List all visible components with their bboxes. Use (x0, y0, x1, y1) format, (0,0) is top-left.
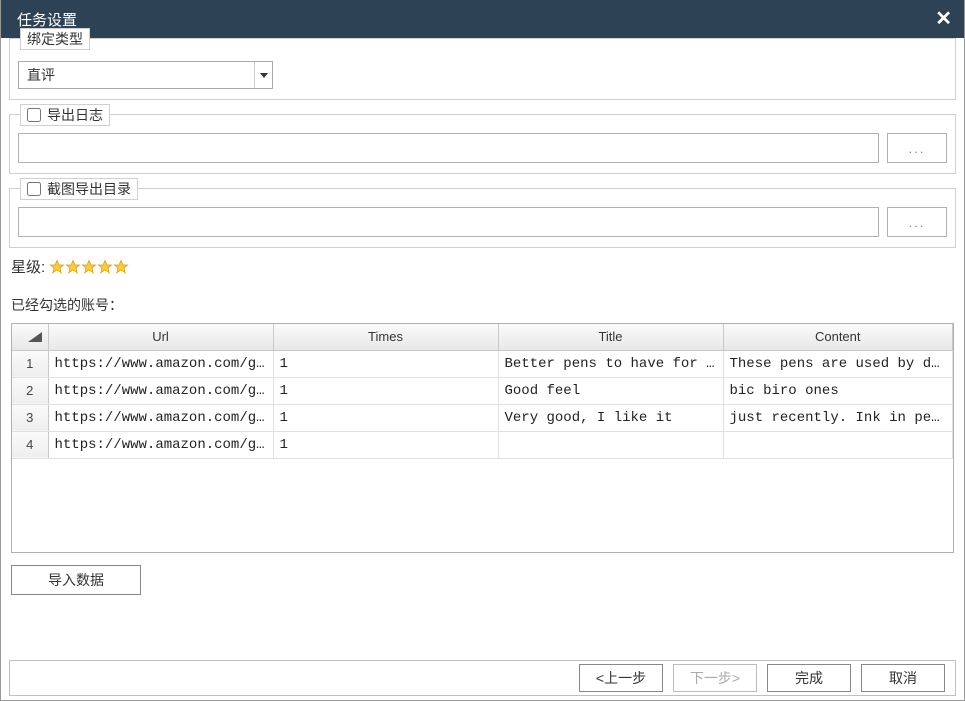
cell-content[interactable] (723, 431, 953, 458)
row-number: 4 (12, 431, 48, 458)
export-log-browse-button[interactable]: ... (887, 133, 947, 163)
cell-content[interactable]: These pens are used by doc... (723, 350, 953, 377)
table-header-row: Url Times Title Content (12, 324, 953, 350)
cell-title[interactable]: Good feel (498, 377, 723, 404)
table-corner (12, 324, 48, 350)
export-log-legend: 导出日志 (20, 104, 110, 126)
table-row[interactable]: 1https://www.amazon.com/gp/...1 Better p… (12, 350, 953, 377)
star-label: 星级: (11, 256, 45, 277)
col-url[interactable]: Url (48, 324, 273, 350)
col-title[interactable]: Title (498, 324, 723, 350)
cell-title[interactable]: Very good, I like it (498, 404, 723, 431)
star-icon (97, 259, 113, 275)
prev-button[interactable]: <上一步 (579, 664, 663, 692)
finish-button[interactable]: 完成 (767, 664, 851, 692)
binding-type-fieldset: 绑定类型 直评 (9, 38, 956, 100)
col-content[interactable]: Content (723, 324, 953, 350)
export-log-legend-text: 导出日志 (47, 105, 103, 125)
table-row[interactable]: 3https://www.amazon.com/gp/...1Very good… (12, 404, 953, 431)
dialog-body: 绑定类型 直评 导出日志 ... 截图导出目录 ... 星级: (1, 38, 964, 700)
cell-url[interactable]: https://www.amazon.com/gp/... (48, 377, 273, 404)
cell-url[interactable]: https://www.amazon.com/gp/... (48, 350, 273, 377)
cell-content[interactable]: just recently. Ink in pens... (723, 404, 953, 431)
col-times[interactable]: Times (273, 324, 498, 350)
screenshot-dir-legend-text: 截图导出目录 (47, 179, 131, 199)
row-number: 1 (12, 350, 48, 377)
cancel-button[interactable]: 取消 (861, 664, 945, 692)
cell-title[interactable]: Better pens to have for use (498, 350, 723, 377)
binding-type-legend: 绑定类型 (20, 28, 90, 50)
window-title: 任务设置 (17, 9, 77, 30)
screenshot-dir-browse-button[interactable]: ... (887, 207, 947, 237)
accounts-table[interactable]: Url Times Title Content 1https://www.ama… (11, 323, 954, 553)
table-row[interactable]: 4https://www.amazon.com/gp/...1 (12, 431, 953, 458)
titlebar: 任务设置 ✕ (1, 0, 964, 38)
cell-times[interactable]: 1 (273, 431, 498, 458)
binding-type-selected: 直评 (27, 65, 55, 85)
cell-times[interactable]: 1 (273, 350, 498, 377)
export-log-checkbox[interactable] (27, 108, 41, 122)
star-icon (49, 259, 65, 275)
cell-times[interactable]: 1 (273, 377, 498, 404)
next-button: 下一步> (673, 664, 757, 692)
binding-type-legend-text: 绑定类型 (27, 29, 83, 49)
row-number: 3 (12, 404, 48, 431)
screenshot-dir-checkbox[interactable] (27, 182, 41, 196)
row-number: 2 (12, 377, 48, 404)
wizard-footer: <上一步 下一步> 完成 取消 (9, 660, 956, 696)
screenshot-dir-legend: 截图导出目录 (20, 178, 138, 200)
cell-title[interactable] (498, 431, 723, 458)
star-icon (113, 259, 129, 275)
star-icon (81, 259, 97, 275)
import-data-button[interactable]: 导入数据 (11, 565, 141, 595)
cell-url[interactable]: https://www.amazon.com/gp/... (48, 431, 273, 458)
chevron-down-icon[interactable] (254, 62, 272, 88)
cell-times[interactable]: 1 (273, 404, 498, 431)
export-log-fieldset: 导出日志 ... (9, 114, 956, 174)
screenshot-dir-fieldset: 截图导出目录 ... (9, 188, 956, 248)
star-rating-row: 星级: (11, 256, 954, 277)
close-icon[interactable]: ✕ (935, 9, 952, 29)
cell-url[interactable]: https://www.amazon.com/gp/... (48, 404, 273, 431)
cell-content[interactable]: bic biro ones (723, 377, 953, 404)
star-icon (65, 259, 81, 275)
binding-type-dropdown[interactable]: 直评 (18, 61, 273, 89)
export-log-path-input[interactable] (18, 133, 879, 163)
selected-accounts-label: 已经勾选的账号： (11, 295, 954, 315)
screenshot-dir-path-input[interactable] (18, 207, 879, 237)
star-rating[interactable] (49, 259, 129, 275)
table-row[interactable]: 2https://www.amazon.com/gp/...1Good feel… (12, 377, 953, 404)
